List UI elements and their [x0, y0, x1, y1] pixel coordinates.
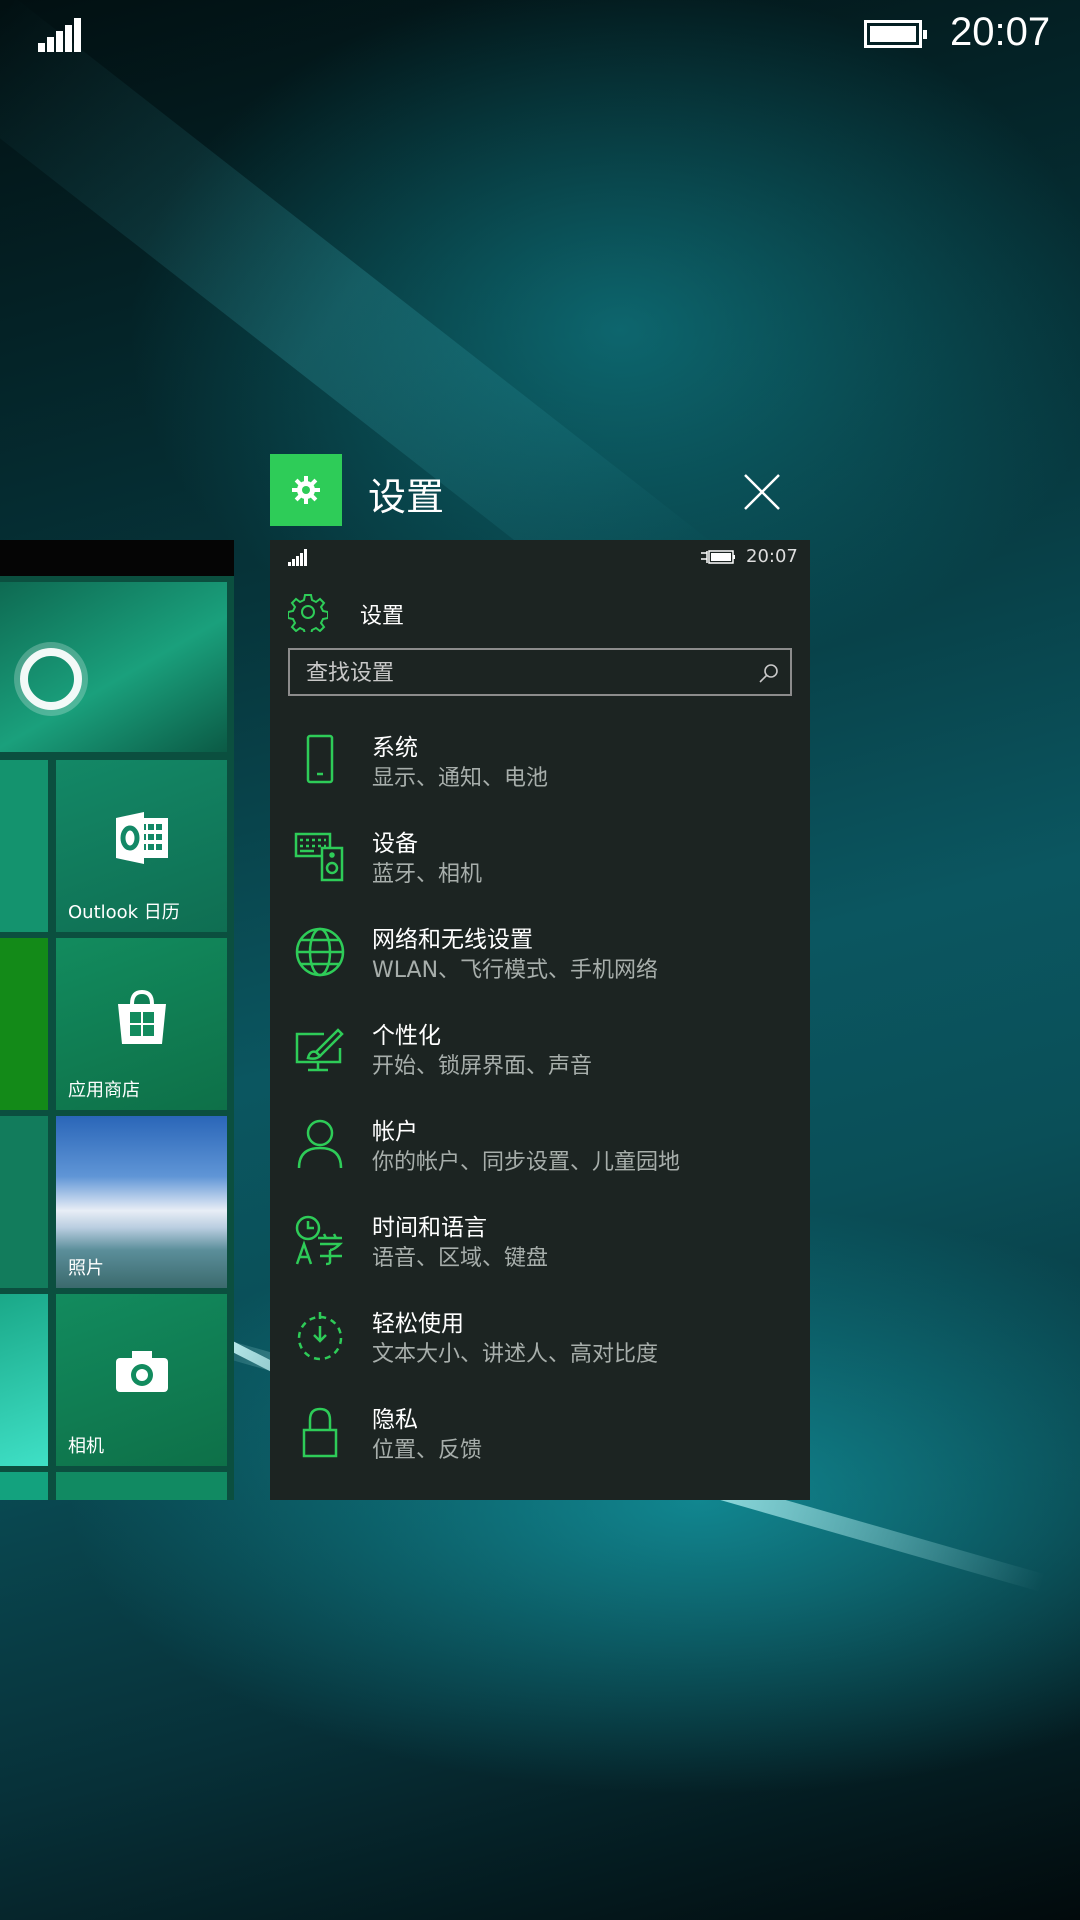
search-input[interactable]: [304, 656, 748, 690]
item-subtitle: 文本大小、讲述人、高对比度: [372, 1342, 659, 1367]
tile-label: 应用商店: [68, 1080, 140, 1101]
settings-item-personalization[interactable]: 个性化 开始、锁屏界面、声音: [270, 1008, 810, 1104]
close-icon: [744, 474, 780, 510]
gear-icon: [292, 476, 320, 504]
start-screen-thumbnail[interactable]: Outlook 日历 应用商店 照片 相机: [0, 540, 234, 1500]
tile-partial[interactable]: [0, 1116, 48, 1288]
item-title: 设备: [372, 831, 418, 857]
item-subtitle: 位置、反馈: [372, 1438, 483, 1463]
item-title: 隐私: [372, 1407, 418, 1433]
item-subtitle: WLAN、飞行模式、手机网络: [372, 958, 659, 983]
tile-partial[interactable]: [0, 1472, 48, 1500]
item-subtitle: 显示、通知、电池: [372, 766, 549, 791]
system-status-bar: 20:07: [0, 0, 1080, 70]
close-button[interactable]: [742, 472, 782, 512]
camera-icon: [116, 1351, 168, 1392]
phone-icon: [306, 734, 334, 784]
tile-label: 照片: [68, 1258, 104, 1279]
outlook-icon: [116, 812, 168, 864]
settings-task-card[interactable]: 20:07 设置 系统 显示、通知、电池: [270, 540, 810, 1500]
personalization-icon: [295, 1028, 344, 1072]
person-icon: [297, 1119, 343, 1169]
battery-icon: [864, 20, 927, 48]
devices-icon: [294, 832, 344, 882]
settings-gear-icon: [288, 594, 328, 632]
battery-charging-icon: [701, 550, 735, 564]
signal-strength-icon: [288, 549, 310, 566]
outlook-calendar-tile[interactable]: Outlook 日历: [56, 760, 227, 932]
store-tile[interactable]: 应用商店: [56, 938, 227, 1110]
globe-icon: [295, 927, 345, 977]
tile-label: 相机: [68, 1436, 104, 1457]
cortana-icon: [20, 648, 82, 710]
signal-strength-icon: [38, 18, 82, 52]
tile-partial[interactable]: [0, 760, 48, 932]
settings-item-ease-of-access[interactable]: 轻松使用 文本大小、讲述人、高对比度: [270, 1296, 810, 1392]
settings-item-network[interactable]: 网络和无线设置 WLAN、飞行模式、手机网络: [270, 912, 810, 1008]
status-time: 20:07: [950, 10, 1051, 54]
settings-app-icon[interactable]: [270, 454, 342, 526]
tile-partial[interactable]: [0, 938, 48, 1110]
settings-page-title: 设置: [360, 604, 405, 629]
item-title: 网络和无线设置: [372, 927, 533, 953]
time-language-icon: [295, 1215, 344, 1266]
store-bag-icon: [118, 990, 166, 1044]
settings-item-time-language[interactable]: 时间和语言 语音、区域、键盘: [270, 1200, 810, 1296]
settings-category-list: 系统 显示、通知、电池 设备 蓝牙、相机 网络和无线设置 WLAN、飞行模式、手…: [270, 720, 810, 1488]
camera-tile[interactable]: 相机: [56, 1294, 227, 1466]
search-icon[interactable]: [758, 662, 780, 684]
item-subtitle: 你的帐户、同步设置、儿童园地: [372, 1150, 681, 1175]
item-title: 帐户: [372, 1119, 418, 1145]
tile-label: Outlook 日历: [68, 902, 180, 923]
item-subtitle: 开始、锁屏界面、声音: [372, 1054, 593, 1079]
task-card-title: 设置: [368, 475, 445, 519]
settings-item-privacy[interactable]: 隐私 位置、反馈: [270, 1392, 810, 1488]
ease-of-access-icon: [297, 1312, 343, 1361]
settings-item-system[interactable]: 系统 显示、通知、电池: [270, 720, 810, 816]
item-subtitle: 语音、区域、键盘: [372, 1246, 549, 1271]
start-status-band: [0, 540, 234, 576]
search-box[interactable]: [288, 648, 792, 696]
settings-item-accounts[interactable]: 帐户 你的帐户、同步设置、儿童园地: [270, 1104, 810, 1200]
tile-partial[interactable]: [0, 1294, 48, 1466]
item-title: 时间和语言: [372, 1215, 487, 1241]
card-status-time: 20:07: [746, 546, 798, 567]
item-title: 系统: [372, 735, 418, 761]
tile-partial[interactable]: [56, 1472, 227, 1500]
settings-item-devices[interactable]: 设备 蓝牙、相机: [270, 816, 810, 912]
cortana-tile[interactable]: [0, 582, 227, 752]
lock-icon: [302, 1407, 338, 1458]
card-status-bar: 20:07: [270, 540, 810, 576]
photos-tile[interactable]: 照片: [56, 1116, 227, 1288]
item-title: 轻松使用: [372, 1311, 464, 1337]
item-title: 个性化: [372, 1023, 441, 1049]
item-subtitle: 蓝牙、相机: [372, 862, 483, 887]
